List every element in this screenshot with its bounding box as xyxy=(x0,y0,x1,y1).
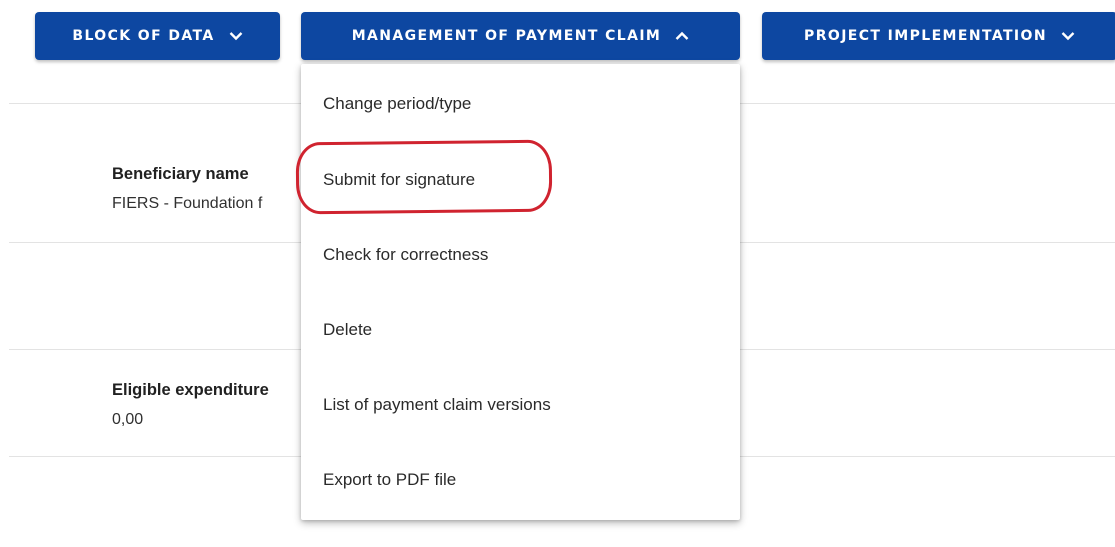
menu-item-check-for-correctness[interactable]: Check for correctness xyxy=(301,235,740,275)
menu-item-delete[interactable]: Delete xyxy=(301,310,740,350)
payment-claim-dropdown-menu: Change period/type Submit for signature … xyxy=(301,64,740,520)
chevron-down-icon xyxy=(1061,31,1075,41)
eligible-expenditure-label: Eligible expenditure xyxy=(112,381,269,399)
menu-item-submit-for-signature[interactable]: Submit for signature xyxy=(301,160,740,200)
eligible-expenditure-field: Eligible expenditure 0,00 xyxy=(112,379,269,431)
chevron-down-icon xyxy=(229,31,243,41)
menu-item-change-period-type[interactable]: Change period/type xyxy=(301,84,740,124)
beneficiary-name-label: Beneficiary name xyxy=(112,165,249,183)
menu-item-export-to-pdf-file[interactable]: Export to PDF file xyxy=(301,460,740,500)
management-of-payment-claim-label: MANAGEMENT OF PAYMENT CLAIM xyxy=(351,28,662,44)
eligible-expenditure-value: 0,00 xyxy=(112,411,144,428)
management-of-payment-claim-button[interactable]: MANAGEMENT OF PAYMENT CLAIM xyxy=(301,12,740,60)
project-implementation-button[interactable]: PROJECT IMPLEMENTATION xyxy=(762,12,1115,60)
beneficiary-name-value: FIERS - Foundation f xyxy=(112,195,263,212)
beneficiary-field: Beneficiary name FIERS - Foundation f xyxy=(112,163,262,215)
block-of-data-button[interactable]: BLOCK OF DATA xyxy=(35,12,280,60)
chevron-up-icon xyxy=(675,31,689,41)
menu-item-list-of-payment-claim-versions[interactable]: List of payment claim versions xyxy=(301,385,740,425)
block-of-data-label: BLOCK OF DATA xyxy=(72,28,215,44)
project-implementation-label: PROJECT IMPLEMENTATION xyxy=(804,28,1047,44)
